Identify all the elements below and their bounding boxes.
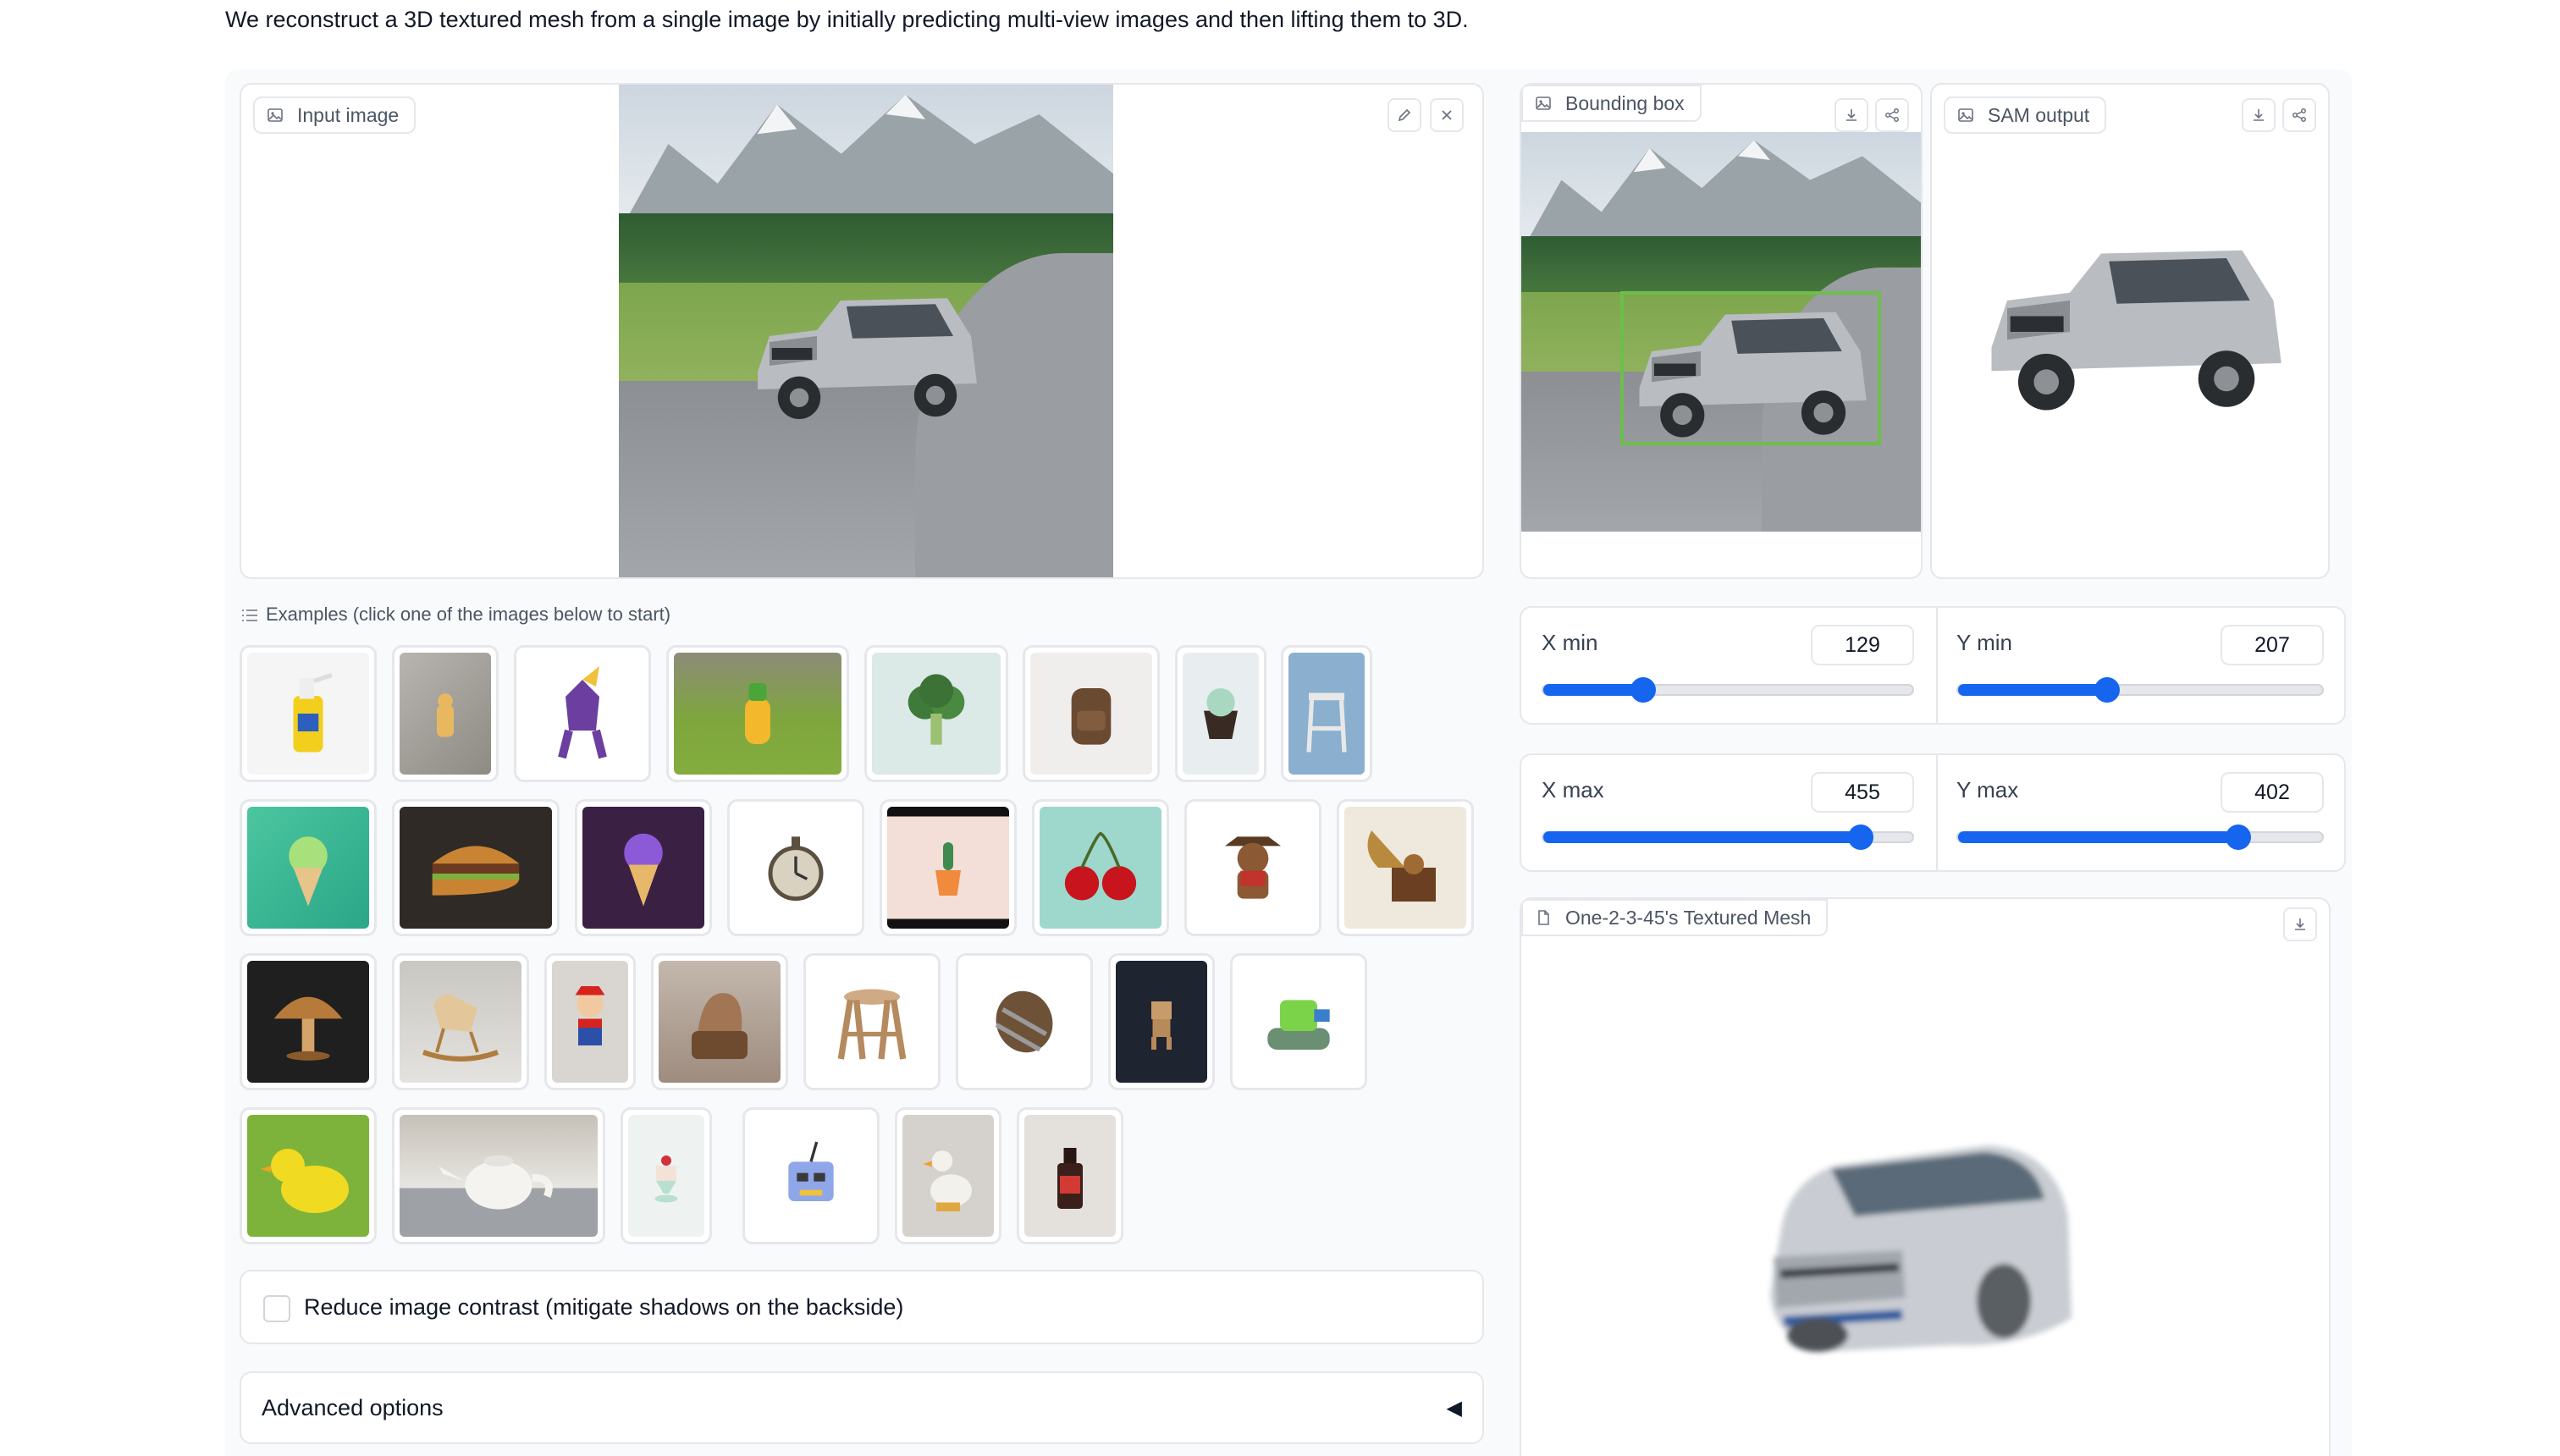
example-thumb[interactable]: [240, 799, 377, 936]
close-icon: [1442, 110, 1452, 120]
x-max-slider[interactable]: X max 455: [1521, 755, 1936, 870]
bounding-box-label: Bounding box: [1521, 85, 1702, 122]
bbox-max-sliders: X max 455 Y max 402: [1520, 753, 2346, 872]
y-min-slider[interactable]: Y min 207: [1936, 608, 2346, 723]
mesh-preview[interactable]: [1750, 1128, 2088, 1373]
x-min-track[interactable]: [1542, 677, 1914, 703]
clear-button[interactable]: [1430, 98, 1464, 132]
example-thumb[interactable]: [651, 953, 788, 1090]
x-max-knob[interactable]: [1847, 825, 1873, 850]
example-thumb[interactable]: [956, 953, 1093, 1090]
download-icon: [2254, 109, 2264, 121]
example-thumb[interactable]: [240, 1107, 377, 1244]
sam-share-button[interactable]: [2282, 98, 2316, 132]
y-min-label: Y min: [1956, 630, 2012, 655]
bounding-box-label-text: Bounding box: [1565, 92, 1685, 114]
examples-label: Examples (click one of the images below …: [242, 604, 670, 626]
example-thumb[interactable]: [895, 1107, 1001, 1244]
mesh-label-text: One-2-3-45's Textured Mesh: [1565, 907, 1812, 929]
y-max-label: Y max: [1956, 777, 2019, 802]
download-icon: [1846, 109, 1857, 121]
mesh-download-button[interactable]: [2283, 907, 2317, 941]
x-min-slider[interactable]: X min 129: [1521, 608, 1936, 723]
reduce-contrast-checkbox[interactable]: [263, 1295, 290, 1322]
x-max-input[interactable]: 455: [1811, 772, 1914, 813]
bounding-box-panel: Bounding box: [1520, 83, 1923, 579]
example-thumb[interactable]: [514, 645, 651, 782]
input-image-panel[interactable]: Input image: [240, 83, 1484, 579]
example-thumb[interactable]: [392, 1107, 605, 1244]
input-photo: [619, 85, 1113, 577]
y-max-knob[interactable]: [2226, 825, 2252, 850]
example-thumb[interactable]: [1175, 645, 1266, 782]
pencil-icon: [1398, 108, 1411, 122]
y-max-slider[interactable]: Y max 402: [1936, 755, 2346, 870]
example-thumb[interactable]: [1017, 1107, 1123, 1244]
x-max-label: X max: [1542, 777, 1604, 802]
example-thumb[interactable]: [392, 953, 529, 1090]
image-icon: [1536, 97, 1551, 110]
textured-mesh-panel[interactable]: One-2-3-45's Textured Mesh: [1520, 897, 2331, 1456]
example-thumb[interactable]: [240, 645, 377, 782]
example-thumb[interactable]: [1230, 953, 1367, 1090]
example-thumb[interactable]: [1184, 799, 1321, 936]
x-min-input[interactable]: 129: [1811, 625, 1914, 665]
mesh-label: One-2-3-45's Textured Mesh: [1521, 899, 1829, 936]
example-thumb[interactable]: [1281, 645, 1372, 782]
bbox-min-sliders: X min 129 Y min 207: [1520, 606, 2346, 725]
example-thumb[interactable]: [1108, 953, 1215, 1090]
car-image: [758, 298, 977, 419]
y-max-input[interactable]: 402: [2221, 772, 2324, 813]
page: We reconstruct a 3D textured mesh from a…: [0, 0, 2560, 1456]
example-thumb[interactable]: [1337, 799, 1474, 936]
y-min-input[interactable]: 207: [2221, 625, 2324, 665]
caret-left-icon[interactable]: ◀: [1447, 1396, 1462, 1420]
sam-output-panel: SAM output: [1930, 83, 2330, 579]
input-image-label: Input image: [253, 97, 417, 134]
example-thumb[interactable]: [575, 799, 712, 936]
x-min-label: X min: [1542, 630, 1598, 655]
bbox-download-button[interactable]: [1834, 98, 1868, 132]
example-thumb[interactable]: [880, 799, 1017, 936]
file-icon: [1538, 910, 1549, 925]
share-icon: [1885, 108, 1899, 122]
advanced-options-label[interactable]: Advanced options: [262, 1395, 444, 1421]
example-thumb[interactable]: [544, 953, 636, 1090]
list-icon: [242, 609, 257, 621]
example-thumb[interactable]: [621, 1107, 712, 1244]
share-icon: [2292, 108, 2306, 122]
y-max-track[interactable]: [1956, 825, 2324, 850]
sam-output-label-text: SAM output: [1988, 104, 2090, 126]
example-thumb[interactable]: [1023, 645, 1160, 782]
image-icon: [1958, 108, 1973, 122]
reduce-contrast-row[interactable]: Reduce image contrast (mitigate shadows …: [240, 1270, 1484, 1344]
bbox-share-button[interactable]: [1875, 98, 1909, 132]
sam-output-label: SAM output: [1944, 97, 2107, 134]
example-thumb[interactable]: [666, 645, 849, 782]
example-thumb[interactable]: [727, 799, 864, 936]
advanced-options-accordion[interactable]: Advanced options ◀: [240, 1371, 1484, 1444]
description-text: We reconstruct a 3D textured mesh from a…: [225, 7, 1469, 32]
edit-button[interactable]: [1388, 98, 1421, 132]
example-thumb[interactable]: [392, 799, 560, 936]
example-thumb[interactable]: [392, 645, 499, 782]
example-thumb[interactable]: [803, 953, 941, 1090]
segmented-car-image: [1991, 250, 2281, 411]
example-thumb[interactable]: [742, 1107, 880, 1244]
sam-download-button[interactable]: [2242, 98, 2276, 132]
reduce-contrast-label[interactable]: Reduce image contrast (mitigate shadows …: [304, 1294, 903, 1321]
x-max-track[interactable]: [1542, 825, 1914, 850]
input-image-label-text: Input image: [297, 104, 400, 126]
example-thumb[interactable]: [864, 645, 1008, 782]
image-icon: [268, 108, 283, 122]
example-thumb[interactable]: [240, 953, 377, 1090]
bounding-box-rect: [1620, 291, 1881, 445]
example-thumb[interactable]: [1032, 799, 1169, 936]
y-min-knob[interactable]: [2094, 677, 2121, 703]
bbox-photo: [1521, 132, 1921, 532]
download-icon: [2295, 918, 2305, 930]
x-min-knob[interactable]: [1630, 677, 1656, 703]
y-min-track[interactable]: [1956, 677, 2324, 703]
examples-label-text: Examples (click one of the images below …: [266, 604, 671, 625]
